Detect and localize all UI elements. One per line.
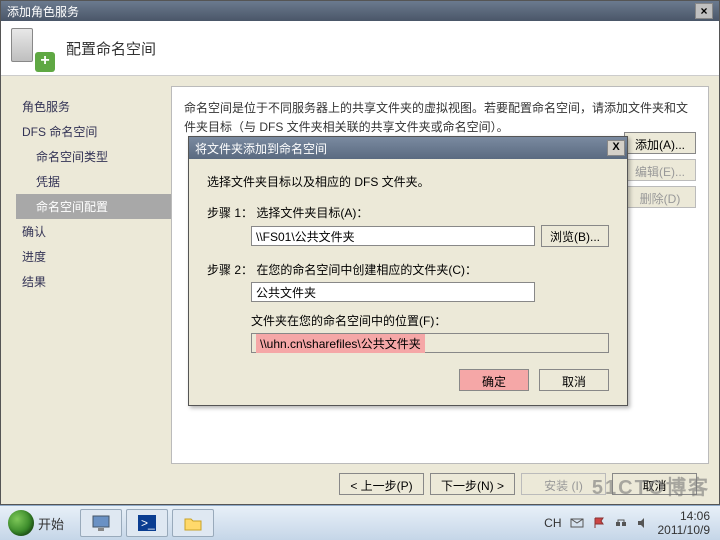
dialog-body: 选择文件夹目标以及相应的 DFS 文件夹。 步骤 1： 选择文件夹目标(A)： … — [189, 159, 627, 405]
install-button: 安装 (I) — [521, 473, 606, 495]
dialog-title: 将文件夹添加到命名空间 — [195, 140, 327, 157]
step-2: 步骤 2： 在您的命名空间中创建相应的文件夹(C)： 文件夹在您的命名空间中的位… — [207, 261, 609, 353]
window-close-button[interactable]: × — [695, 3, 713, 19]
taskbar-item-powershell[interactable]: >_ — [126, 509, 168, 537]
dialog-cancel-button[interactable]: 取消 — [539, 369, 609, 391]
sidebar-item-credentials[interactable]: 凭据 — [16, 169, 171, 194]
sidebar-item-confirm[interactable]: 确认 — [16, 219, 171, 244]
clock-date: 2011/10/9 — [658, 523, 711, 537]
sidebar-item-dfs-namespace[interactable]: DFS 命名空间 — [16, 119, 171, 144]
delete-button: 删除(D) — [624, 186, 696, 208]
taskbar: 开始 >_ CH 14:06 2011/10/9 — [0, 505, 720, 540]
server-role-icon: + — [11, 28, 51, 68]
sidebar-item-role-services[interactable]: 角色服务 — [16, 94, 171, 119]
cancel-button[interactable]: 取消 — [612, 473, 697, 495]
add-folder-dialog: 将文件夹添加到命名空间 X 选择文件夹目标以及相应的 DFS 文件夹。 步骤 1… — [188, 136, 628, 406]
start-label: 开始 — [38, 514, 64, 533]
step1-label: 步骤 1： 选择文件夹目标(A)： — [207, 204, 609, 221]
wizard-sidebar: 角色服务 DFS 命名空间 命名空间类型 凭据 命名空间配置 确认 进度 结果 — [1, 76, 171, 464]
dialog-intro: 选择文件夹目标以及相应的 DFS 文件夹。 — [207, 173, 609, 190]
folder-target-input[interactable] — [251, 226, 535, 246]
content-action-buttons: 添加(A)... 编辑(E)... 删除(D) — [624, 132, 696, 208]
clock-time: 14:06 — [658, 509, 711, 523]
sidebar-item-progress[interactable]: 进度 — [16, 244, 171, 269]
description-text: 命名空间是位于不同服务器上的共享文件夹的虚拟视图。若要配置命名空间，请添加文件夹… — [184, 99, 696, 137]
dialog-titlebar: 将文件夹添加到命名空间 X — [189, 137, 627, 159]
start-button[interactable]: 开始 — [2, 508, 76, 538]
location-label: 文件夹在您的命名空间中的位置(F)： — [207, 312, 609, 329]
wizard-header: + 配置命名空间 — [1, 21, 719, 76]
ok-button[interactable]: 确定 — [459, 369, 529, 391]
powershell-icon: >_ — [137, 514, 157, 532]
sidebar-item-results[interactable]: 结果 — [16, 269, 171, 294]
location-value: \\uhn.cn\sharefiles\公共文件夹 — [256, 334, 425, 353]
dialog-close-button[interactable]: X — [607, 140, 625, 156]
wizard-footer: < 上一步(P) 下一步(N) > 安装 (I) 取消 — [1, 464, 719, 504]
tray-network-icon[interactable] — [614, 516, 628, 530]
monitor-icon — [91, 514, 111, 532]
next-button[interactable]: 下一步(N) > — [430, 473, 515, 495]
prev-button[interactable]: < 上一步(P) — [339, 473, 424, 495]
add-button[interactable]: 添加(A)... — [624, 132, 696, 154]
folder-icon — [183, 514, 203, 532]
step2-label: 步骤 2： 在您的命名空间中创建相应的文件夹(C)： — [207, 261, 609, 278]
start-orb-icon — [8, 510, 34, 536]
browse-button[interactable]: 浏览(B)... — [541, 225, 609, 247]
tray-mail-icon[interactable] — [570, 516, 584, 530]
window-titlebar: 添加角色服务 × — [1, 1, 719, 21]
taskbar-item-explorer[interactable] — [172, 509, 214, 537]
tray-sound-icon[interactable] — [636, 516, 650, 530]
clock[interactable]: 14:06 2011/10/9 — [658, 509, 711, 538]
window-title: 添加角色服务 — [7, 3, 79, 20]
lang-indicator[interactable]: CH — [544, 516, 561, 530]
location-display: \\uhn.cn\sharefiles\公共文件夹 — [251, 333, 609, 353]
taskbar-item-server-manager[interactable] — [80, 509, 122, 537]
step-1: 步骤 1： 选择文件夹目标(A)： 浏览(B)... — [207, 204, 609, 247]
namespace-folder-input[interactable] — [251, 282, 535, 302]
sidebar-item-namespace-config[interactable]: 命名空间配置 — [16, 194, 171, 219]
tray-flag-icon[interactable] — [592, 516, 606, 530]
page-title: 配置命名空间 — [66, 38, 156, 59]
svg-text:>_: >_ — [141, 516, 155, 530]
sidebar-item-namespace-type[interactable]: 命名空间类型 — [16, 144, 171, 169]
dialog-buttons: 确定 取消 — [207, 369, 609, 391]
system-tray: CH 14:06 2011/10/9 — [544, 509, 720, 538]
edit-button: 编辑(E)... — [624, 159, 696, 181]
